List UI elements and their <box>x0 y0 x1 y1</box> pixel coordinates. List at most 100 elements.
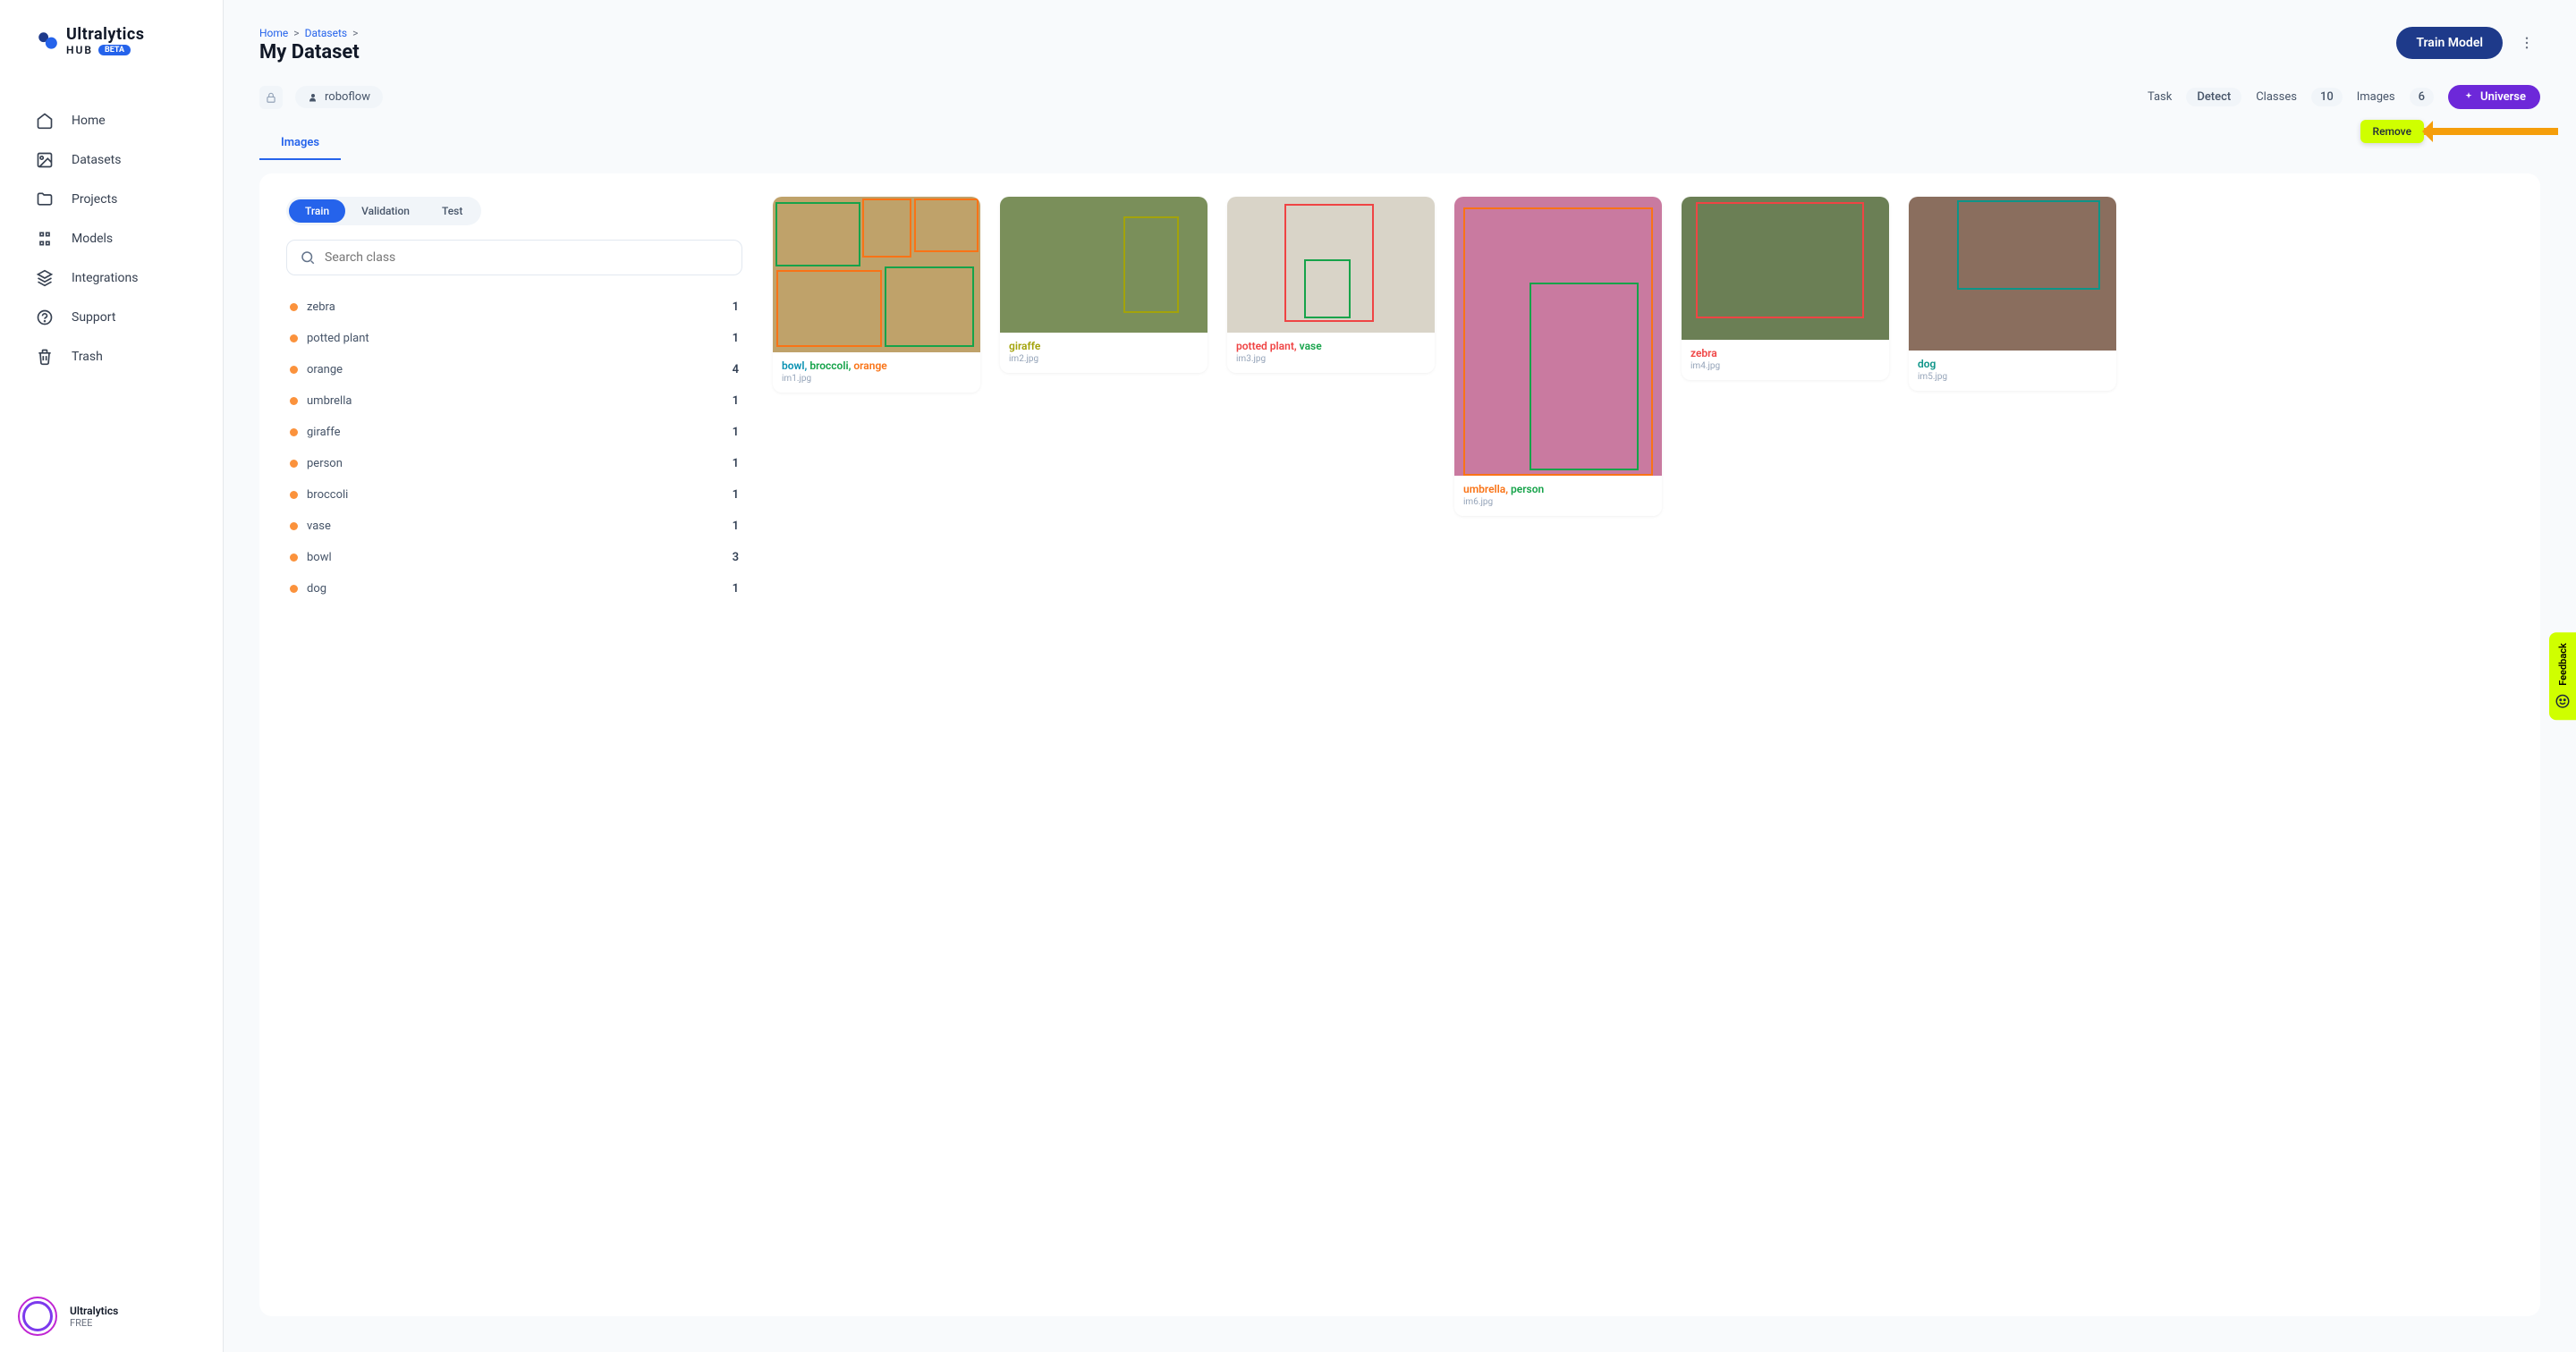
sidebar-item-label: Models <box>72 232 113 246</box>
more-vertical-icon <box>2519 35 2535 51</box>
class-count: 1 <box>733 582 739 596</box>
image-thumb <box>1000 197 1208 333</box>
class-name: orange <box>307 363 343 376</box>
class-count: 3 <box>733 551 739 564</box>
bounding-box <box>1123 216 1179 313</box>
class-bullet <box>290 366 298 374</box>
class-name: person <box>307 457 343 470</box>
user-icon <box>308 92 318 103</box>
images-value: 6 <box>2410 88 2434 106</box>
image-icon <box>36 151 54 169</box>
class-row[interactable]: potted plant1 <box>286 323 742 354</box>
class-row[interactable]: umbrella1 <box>286 385 742 417</box>
sidebar-item-label: Home <box>72 114 106 128</box>
more-button[interactable] <box>2513 30 2540 56</box>
sidebar-item-support[interactable]: Support <box>20 298 203 337</box>
main: Home > Datasets > My Dataset Train Model… <box>224 0 2576 1352</box>
sidebar-item-label: Datasets <box>72 153 121 167</box>
search-input[interactable] <box>325 250 729 265</box>
owner-chip[interactable]: roboflow <box>295 86 383 108</box>
split-tab-test[interactable]: Test <box>426 199 479 223</box>
image-card[interactable]: dogim5.jpg <box>1909 197 2116 391</box>
image-filename: im2.jpg <box>1009 354 1199 364</box>
class-count: 4 <box>733 363 739 376</box>
class-bullet <box>290 522 298 530</box>
class-row[interactable]: vase1 <box>286 511 742 542</box>
bounding-box <box>1530 283 1639 470</box>
sidebar-item-models[interactable]: Models <box>20 219 203 258</box>
class-bullet <box>290 303 298 311</box>
class-bullet <box>290 491 298 499</box>
bounding-box <box>775 202 860 266</box>
image-thumb <box>1682 197 1889 340</box>
bounding-box <box>1957 200 2100 290</box>
folder-icon <box>36 190 54 208</box>
sidebar-item-projects[interactable]: Projects <box>20 180 203 219</box>
class-bullet <box>290 585 298 593</box>
sidebar-item-trash[interactable]: Trash <box>20 337 203 376</box>
models-icon <box>36 230 54 248</box>
image-card[interactable]: bowl, broccoli, orangeim1.jpg <box>773 197 980 393</box>
class-row[interactable]: zebra1 <box>286 292 742 323</box>
sidebar-item-home[interactable]: Home <box>20 101 203 140</box>
split-tab-validation[interactable]: Validation <box>345 199 426 223</box>
classes-value: 10 <box>2311 88 2343 106</box>
image-card[interactable]: umbrella, personim6.jpg <box>1454 197 1662 516</box>
search-box[interactable] <box>286 240 742 275</box>
class-name: zebra <box>307 300 335 314</box>
universe-button[interactable]: Universe <box>2448 85 2540 109</box>
bounding-box <box>885 266 974 347</box>
class-list: zebra1potted plant1orange4umbrella1giraf… <box>286 292 742 604</box>
feedback-tab[interactable]: Feedback <box>2549 632 2576 720</box>
split-tabs: Train Validation Test <box>286 197 481 225</box>
split-tab-train[interactable]: Train <box>289 199 345 223</box>
class-row[interactable]: giraffe1 <box>286 417 742 448</box>
image-filename: im5.jpg <box>1918 372 2107 382</box>
class-row[interactable]: dog1 <box>286 573 742 604</box>
nav: Home Datasets Projects Models Integratio… <box>0 83 223 1297</box>
class-bullet <box>290 397 298 405</box>
image-thumb <box>1227 197 1435 333</box>
image-card[interactable]: potted plant, vaseim3.jpg <box>1227 197 1435 373</box>
class-row[interactable]: orange 4 <box>286 354 742 385</box>
search-icon <box>300 249 316 266</box>
image-thumb <box>773 197 980 352</box>
image-labels: bowl, broccoli, orange <box>782 359 971 372</box>
class-row[interactable]: bowl3 <box>286 542 742 573</box>
class-bullet <box>290 428 298 436</box>
bounding-box <box>1696 202 1864 318</box>
breadcrumb-datasets[interactable]: Datasets <box>305 27 348 39</box>
image-card[interactable]: giraffe im2.jpg <box>1000 197 1208 373</box>
class-count: 1 <box>733 457 739 470</box>
class-row[interactable]: broccoli1 <box>286 479 742 511</box>
user-footer[interactable]: Ultralytics FREE <box>0 1297 223 1336</box>
sidebar-item-label: Trash <box>72 350 103 364</box>
image-filename: im3.jpg <box>1236 354 1426 364</box>
home-icon <box>36 112 54 130</box>
image-thumb <box>1909 197 2116 351</box>
class-bullet <box>290 460 298 468</box>
trash-icon <box>36 348 54 366</box>
sidebar-item-datasets[interactable]: Datasets <box>20 140 203 180</box>
class-count: 1 <box>733 520 739 533</box>
bounding-box <box>776 270 882 347</box>
image-labels: umbrella, person <box>1463 483 1653 495</box>
image-labels: zebra <box>1690 347 1880 359</box>
image-card[interactable]: zebraim4.jpg <box>1682 197 1889 380</box>
class-row[interactable]: person 1 <box>286 448 742 479</box>
bounding-box <box>914 199 979 252</box>
train-model-button[interactable]: Train Model <box>2396 27 2503 59</box>
sidebar-item-label: Support <box>72 310 115 325</box>
breadcrumb-home[interactable]: Home <box>259 27 288 39</box>
class-count: 1 <box>733 332 739 345</box>
breadcrumb: Home > Datasets > <box>259 27 360 39</box>
brand-name: Ultralytics <box>66 25 144 44</box>
logo[interactable]: Ultralytics HUB BETA <box>0 25 223 83</box>
class-count: 1 <box>733 394 739 408</box>
class-name: broccoli <box>307 488 348 502</box>
class-count: 1 <box>733 426 739 439</box>
images-label: Images <box>2357 90 2395 104</box>
sidebar-item-integrations[interactable]: Integrations <box>20 258 203 298</box>
image-labels: giraffe <box>1009 340 1199 352</box>
tab-images[interactable]: Images <box>259 127 341 160</box>
